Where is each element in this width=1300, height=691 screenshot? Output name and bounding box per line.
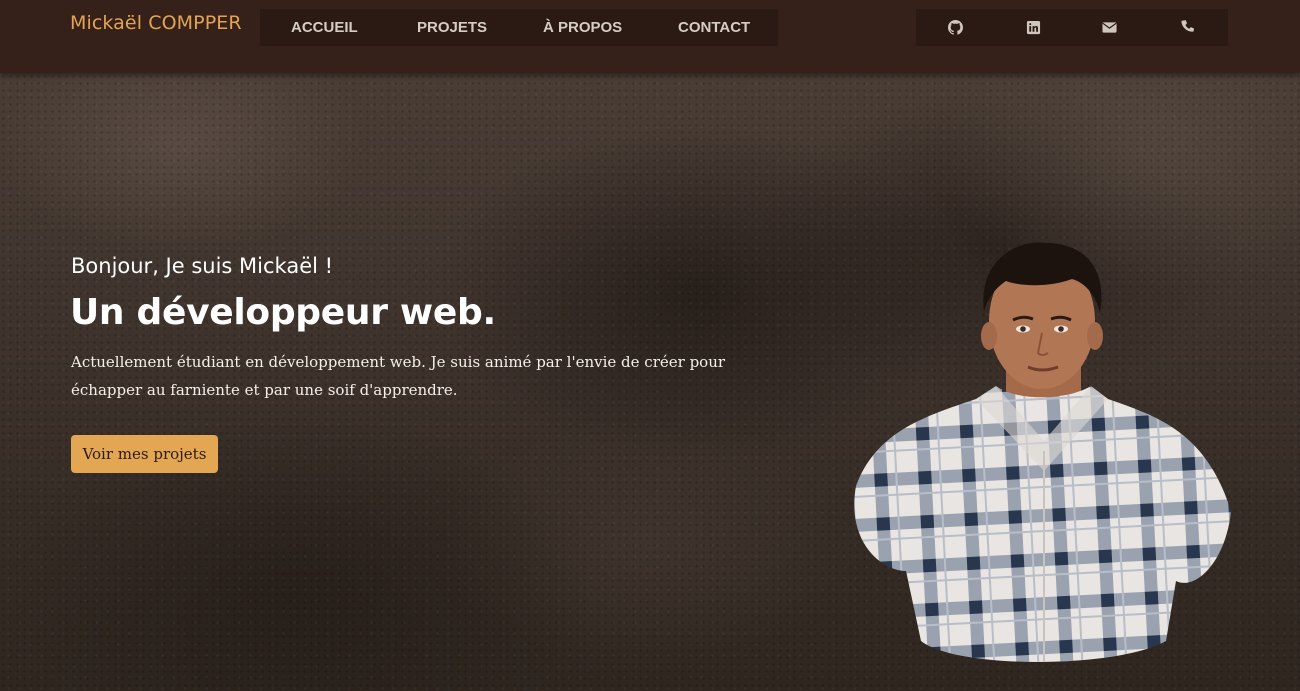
social-links: [916, 9, 1228, 46]
profile-photo: [846, 241, 1238, 665]
nav-item-accueil[interactable]: ACCUEIL: [291, 19, 358, 36]
github-icon[interactable]: [948, 20, 963, 35]
brand-logo-text[interactable]: Mickaël COMPPER: [70, 12, 242, 34]
hero-greeting: Bonjour, Je suis Mickaël !: [71, 254, 334, 278]
phone-icon[interactable]: [1180, 20, 1195, 35]
envelope-icon[interactable]: [1102, 20, 1117, 35]
nav-item-a-propos[interactable]: À PROPOS: [543, 19, 622, 36]
hero-section: Bonjour, Je suis Mickaël ! Un développeu…: [0, 73, 1300, 691]
nav-item-projets[interactable]: PROJETS: [417, 19, 487, 36]
linkedin-icon[interactable]: [1026, 20, 1041, 35]
nav-item-contact[interactable]: CONTACT: [678, 19, 750, 36]
hero-headline: Un développeur web.: [70, 292, 496, 333]
view-projects-button[interactable]: Voir mes projets: [71, 435, 218, 473]
hero-intro-text: Actuellement étudiant en développement w…: [71, 353, 726, 399]
main-nav: ACCUEIL PROJETS À PROPOS CONTACT: [260, 9, 778, 46]
site-header: Mickaël COMPPER ACCUEIL PROJETS À PROPOS…: [0, 0, 1300, 73]
